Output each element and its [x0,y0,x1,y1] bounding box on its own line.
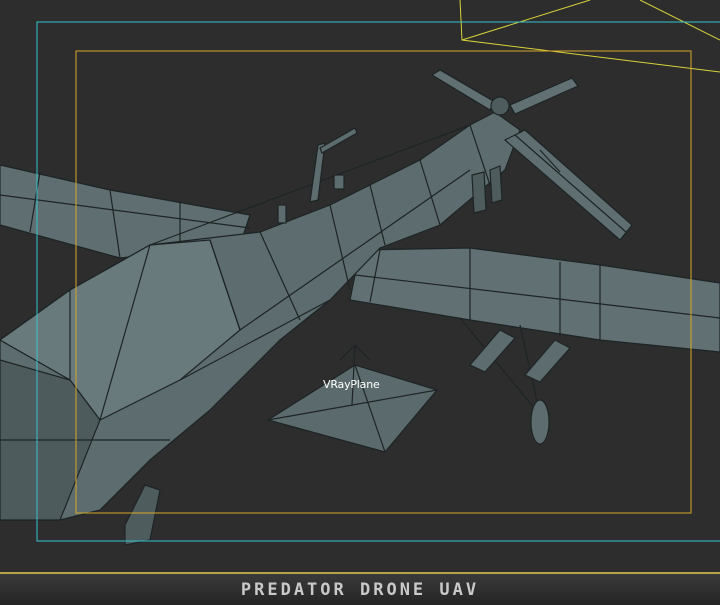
object-label: VRayPlane [323,378,380,391]
camera-frustum [459,0,720,73]
propeller [430,69,579,116]
footer-title-bar: PREDATOR DRONE UAV [0,574,720,605]
viewport-scene [0,0,720,546]
fuselage [0,111,521,521]
vray-plane-gizmo [266,344,439,453]
footer-title: PREDATOR DRONE UAV [240,579,480,600]
3d-viewport[interactable]: VRayPlane [0,0,720,572]
right-wing [349,247,720,353]
